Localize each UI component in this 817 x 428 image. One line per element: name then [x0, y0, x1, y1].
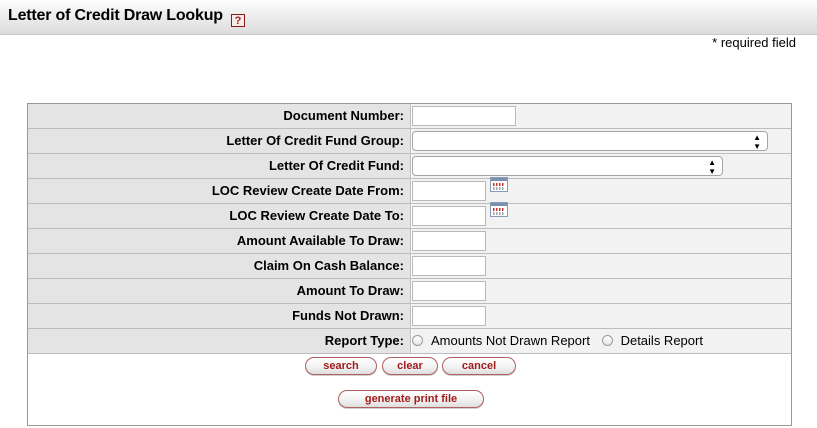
row-amount-to-draw: Amount To Draw:: [28, 279, 791, 304]
amount-to-draw-label: Amount To Draw:: [28, 279, 411, 303]
up-down-arrows-icon: ▲ ▼: [753, 133, 761, 151]
amount-available-label: Amount Available To Draw:: [28, 229, 411, 253]
calendar-icon[interactable]: [490, 177, 508, 192]
loc-fund-group-select[interactable]: ▲ ▼: [412, 131, 768, 151]
review-date-from-input[interactable]: [412, 181, 486, 201]
loc-fund-label: Letter Of Credit Fund:: [28, 154, 411, 178]
calendar-icon[interactable]: [490, 202, 508, 217]
details-option-label: Details Report: [620, 333, 703, 348]
review-date-to-label: LOC Review Create Date To:: [28, 204, 411, 228]
up-down-arrows-icon: ▲ ▼: [708, 158, 716, 176]
row-loc-fund-group: Letter Of Credit Fund Group: ▲ ▼: [28, 129, 791, 154]
row-amount-available: Amount Available To Draw:: [28, 229, 791, 254]
review-date-from-label: LOC Review Create Date From:: [28, 179, 411, 203]
row-report-type: Report Type: Amounts Not Drawn Report De…: [28, 329, 791, 354]
lookup-criteria-table: Document Number: Letter Of Credit Fund G…: [27, 103, 792, 426]
button-area: search clear cancel generate print file: [28, 354, 791, 425]
row-document-number: Document Number:: [28, 104, 791, 129]
amount-to-draw-input[interactable]: [412, 281, 486, 301]
document-number-label: Document Number:: [28, 104, 411, 128]
funds-not-drawn-input[interactable]: [412, 306, 486, 326]
claim-on-cash-label: Claim On Cash Balance:: [28, 254, 411, 278]
row-review-date-from: LOC Review Create Date From:: [28, 177, 791, 204]
loc-fund-group-label: Letter Of Credit Fund Group:: [28, 129, 411, 153]
amount-available-input[interactable]: [412, 231, 486, 251]
loc-fund-select[interactable]: ▲ ▼: [412, 156, 723, 176]
funds-not-drawn-label: Funds Not Drawn:: [28, 304, 411, 328]
page-title: Letter of Credit Draw Lookup: [8, 7, 223, 24]
cancel-button[interactable]: cancel: [442, 357, 516, 375]
amounts-not-drawn-option-label: Amounts Not Drawn Report: [431, 333, 590, 348]
search-button[interactable]: search: [305, 357, 377, 375]
row-funds-not-drawn: Funds Not Drawn:: [28, 304, 791, 329]
required-field-note: * required field: [712, 35, 796, 50]
help-icon[interactable]: ?: [231, 14, 245, 27]
row-loc-fund: Letter Of Credit Fund: ▲ ▼: [28, 154, 791, 179]
report-type-radio-amounts-not-drawn[interactable]: [412, 335, 423, 346]
document-number-input[interactable]: [412, 106, 516, 126]
row-claim-on-cash: Claim On Cash Balance:: [28, 254, 791, 279]
generate-print-file-button[interactable]: generate print file: [338, 390, 484, 408]
report-type-radio-group: Amounts Not Drawn Report Details Report: [412, 329, 703, 353]
report-type-radio-details[interactable]: [601, 335, 613, 346]
clear-button[interactable]: clear: [382, 357, 438, 375]
report-type-label: Report Type:: [28, 329, 411, 353]
claim-on-cash-input[interactable]: [412, 256, 486, 276]
title-bar: Letter of Credit Draw Lookup ?: [0, 0, 817, 35]
review-date-to-input[interactable]: [412, 206, 486, 226]
row-review-date-to: LOC Review Create Date To:: [28, 202, 791, 229]
